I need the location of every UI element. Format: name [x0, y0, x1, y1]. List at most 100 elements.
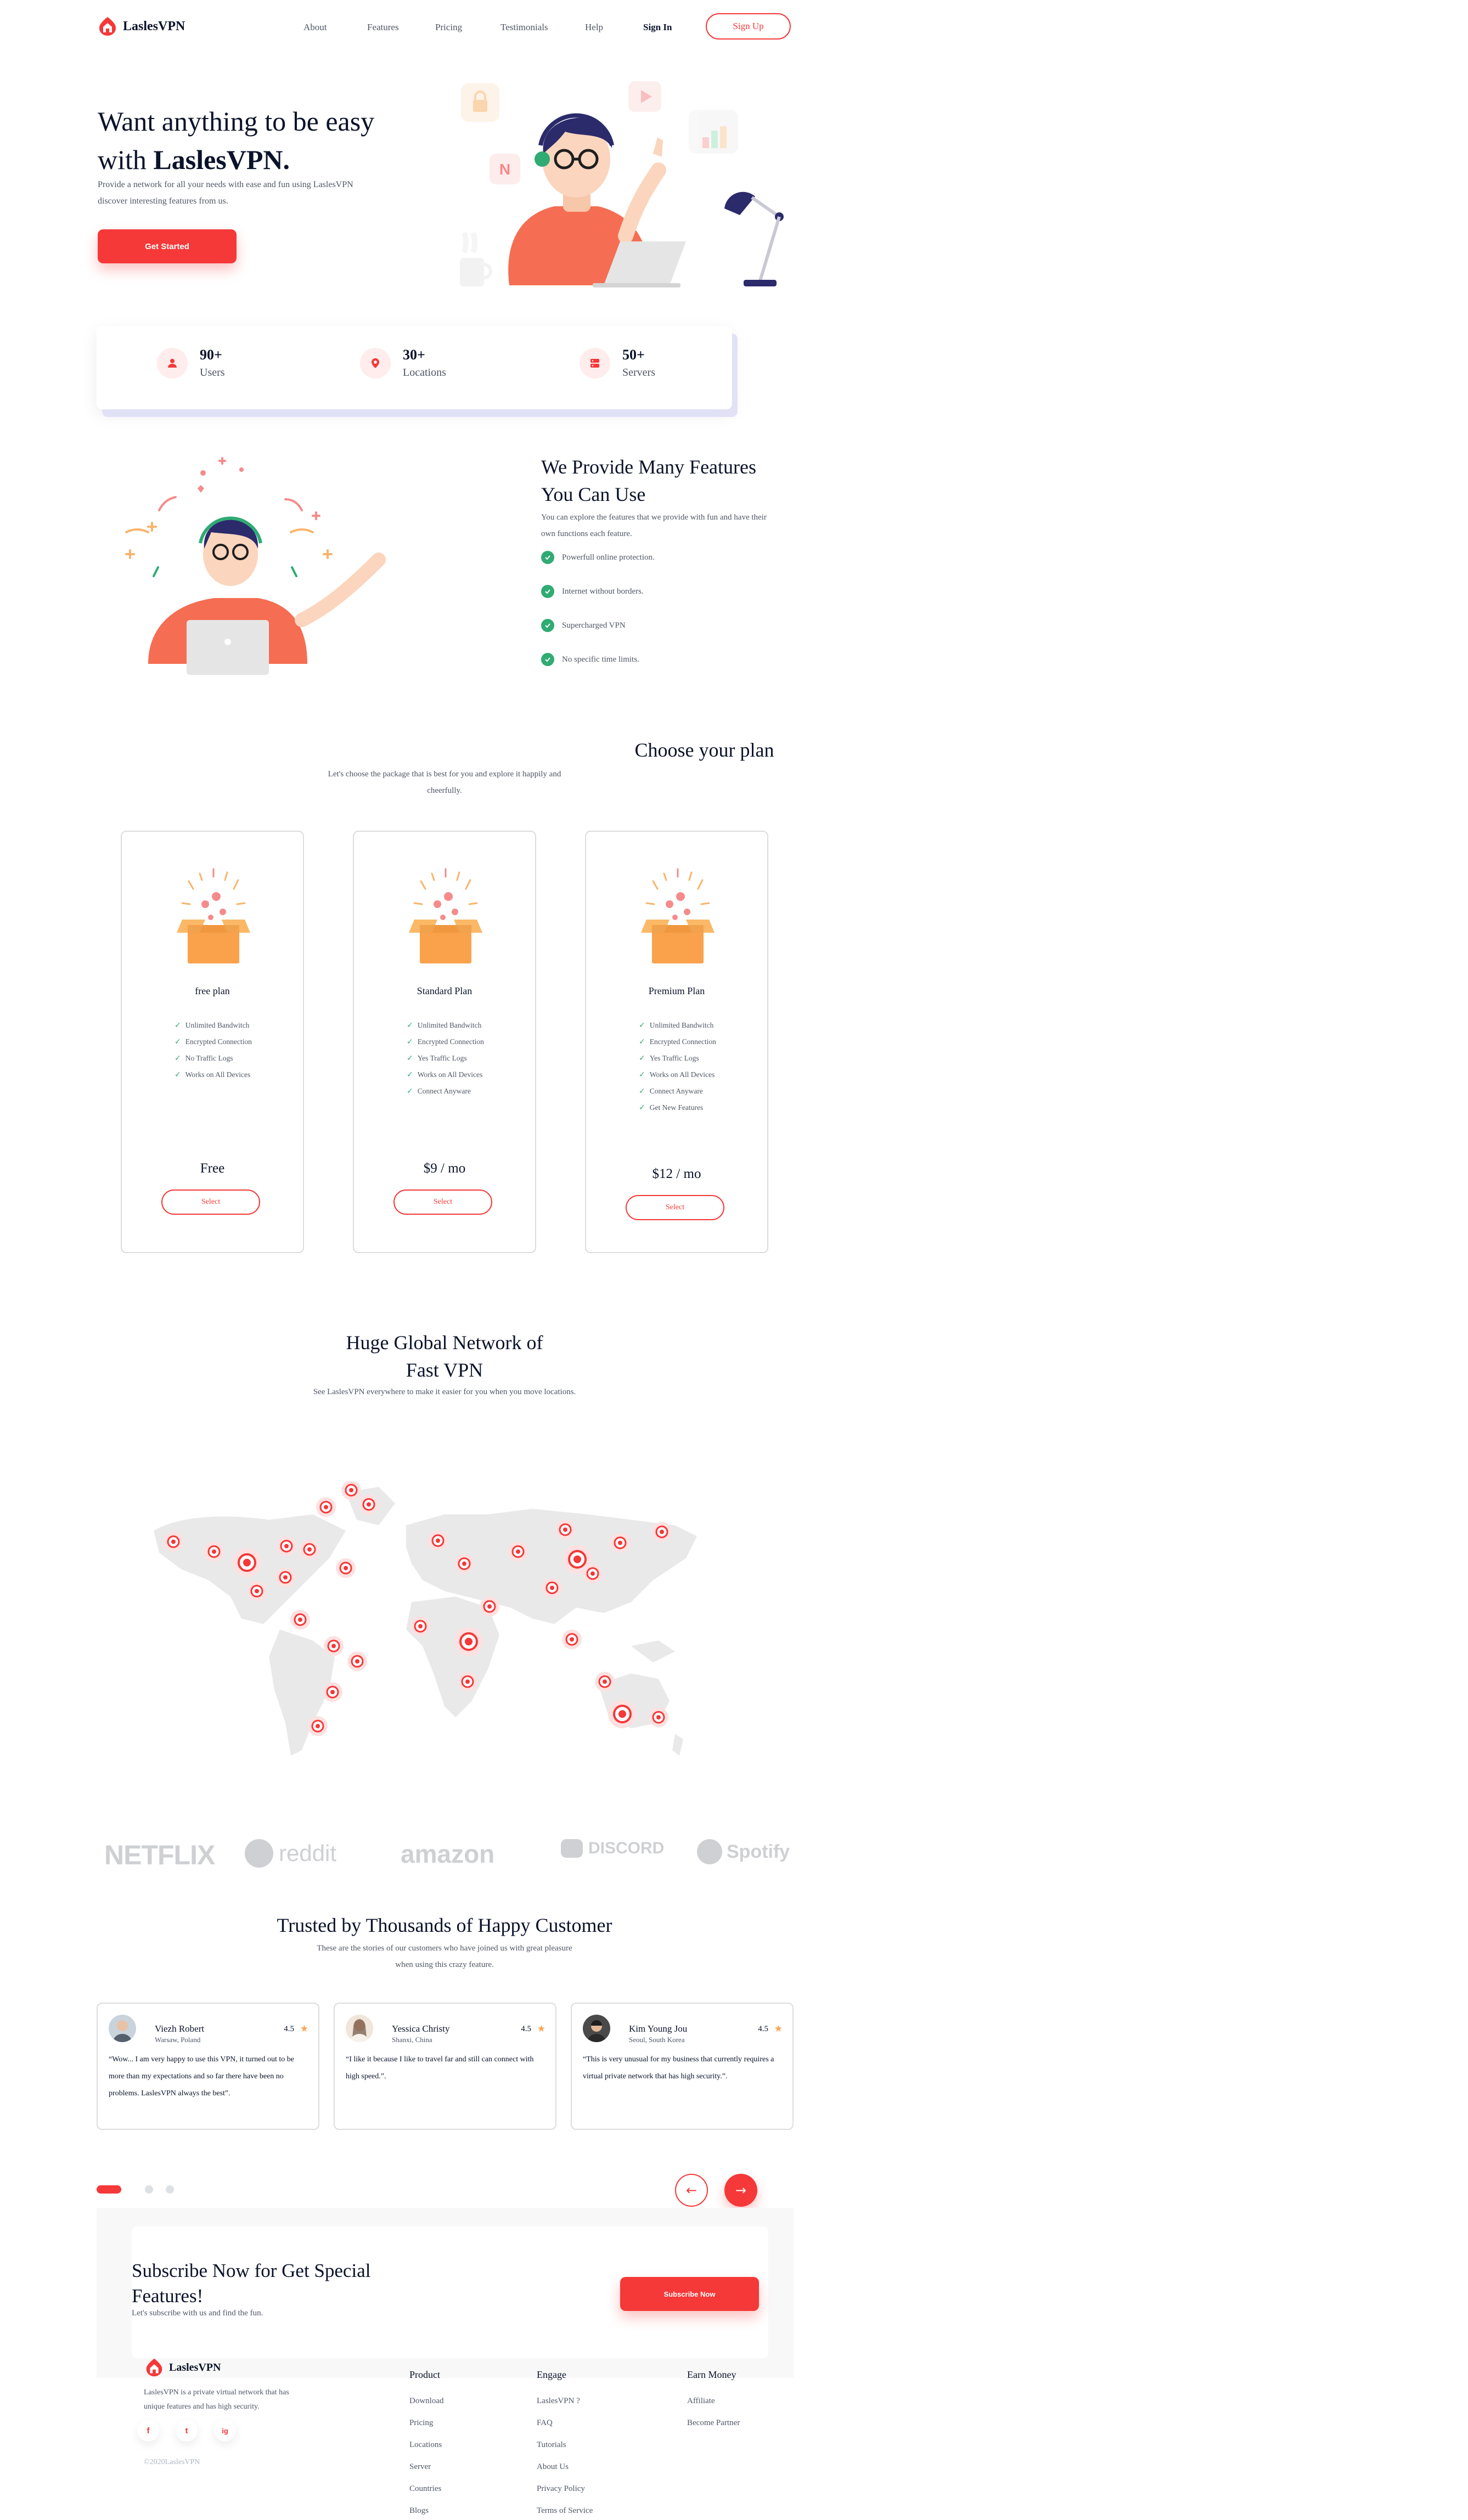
location-pin-icon [255, 1589, 259, 1593]
stats-card: 90+ Users 30+ Locations 50+ Servers [97, 326, 732, 409]
select-plan-button[interactable]: Select [626, 1195, 724, 1220]
reddit-icon [245, 1839, 273, 1868]
location-pin-icon [298, 1617, 302, 1622]
location-pin-icon [283, 1575, 288, 1580]
location-pin-icon [349, 1488, 353, 1492]
svg-text:N: N [499, 161, 510, 178]
copyright: ©2020LaslesVPN [144, 2458, 200, 2466]
brand-discord: DISCORD [561, 1839, 664, 1858]
footer-link[interactable]: LaslesVPN ? [537, 2390, 593, 2412]
plan-feature: Works on All Devices [175, 1067, 252, 1083]
arrow-right-icon: → [735, 2183, 747, 2198]
testimonial-quote: “I like it because I like to travel far … [346, 2055, 534, 2081]
brand-amazon: amazon [401, 1840, 495, 1868]
nav-features[interactable]: Features [367, 22, 399, 33]
plan-price: $12 / mo [652, 1166, 701, 1181]
footer-link[interactable]: Countries [409, 2478, 444, 2500]
footer-link[interactable]: Tutorials [537, 2434, 593, 2456]
nav-about[interactable]: About [303, 22, 327, 33]
nav-pricing[interactable]: Pricing [435, 22, 462, 33]
select-plan-button[interactable]: Select [393, 1189, 492, 1215]
signup-button[interactable]: Sign Up [706, 13, 791, 40]
star-icon: ★ [537, 2023, 545, 2034]
plan-feature: Encrypted Connection [175, 1034, 252, 1050]
subscribe-button[interactable]: Subscribe Now [620, 2277, 759, 2311]
location-pin-icon [212, 1549, 216, 1554]
features-title: We Provide Many Features You Can Use [541, 456, 757, 505]
footer-link[interactable]: Privacy Policy [537, 2478, 593, 2500]
hero-title-prefix: with [98, 144, 154, 175]
location-pin-icon [307, 1547, 312, 1552]
signin-link[interactable]: Sign In [643, 22, 672, 33]
footer-link[interactable]: Pricing [409, 2412, 444, 2434]
stat-users-label: Users [200, 367, 225, 379]
twitter-icon[interactable]: t [176, 2420, 198, 2442]
chart-icon [689, 110, 738, 154]
plan-feature: Connect Anyware [639, 1083, 716, 1100]
network-title: Huge Global Network of Fast VPN [346, 1332, 543, 1381]
plan-feature: Get New Features [639, 1100, 716, 1116]
location-pin-icon [563, 1527, 567, 1532]
feature-item-label: No specific time limits. [562, 655, 639, 664]
testimonial-quote: “This is very unusual for my business th… [583, 2055, 774, 2081]
testimonial-location: Shanxi, China [392, 2036, 432, 2044]
play-icon [628, 81, 661, 112]
footer-link[interactable]: Affiliate [687, 2390, 740, 2412]
plan-feature: Unlimited Bandwitch [175, 1017, 252, 1034]
nav-testimonials[interactable]: Testimonials [500, 22, 548, 33]
plan-feature: Yes Traffic Logs [407, 1050, 484, 1067]
features-subtitle: You can explore the features that we pro… [541, 513, 767, 538]
testimonial-name: Viezh Robert [155, 2023, 205, 2034]
features-illustration [125, 457, 386, 675]
select-plan-button[interactable]: Select [161, 1189, 260, 1215]
stat-users: 90+ Users [157, 346, 225, 381]
plan-name: free plan [195, 985, 230, 996]
location-pin-icon [656, 1715, 661, 1720]
footer-description: LaslesVPN is a private virtual network t… [144, 2388, 289, 2411]
footer-heading: Earn Money [687, 2369, 736, 2380]
facebook-icon[interactable]: f [137, 2420, 159, 2442]
stat-locations-label: Locations [403, 367, 446, 379]
footer-brand[interactable]: LaslesVPN [144, 2357, 221, 2378]
nav-help[interactable]: Help [585, 22, 603, 33]
instagram-icon[interactable]: ig [214, 2420, 236, 2442]
plan-feature: Unlimited Bandwitch [407, 1017, 484, 1034]
footer-link[interactable]: Terms of Service [537, 2500, 593, 2520]
footer-link[interactable]: Blogs [409, 2500, 444, 2520]
footer-links: LaslesVPN ? FAQ Tutorials About Us Priva… [537, 2390, 593, 2520]
testimonial-location: Warsaw, Poland [155, 2036, 201, 2044]
stat-servers-number: 50+ [622, 347, 645, 363]
brand-reddit: reddit [245, 1839, 336, 1868]
footer-link[interactable]: Server [409, 2456, 444, 2478]
footer-link[interactable]: Download [409, 2390, 444, 2412]
lamp-icon [724, 191, 784, 286]
slider-dot[interactable] [166, 2185, 174, 2194]
footer-link[interactable]: FAQ [537, 2412, 593, 2434]
slider-dot-active[interactable] [97, 2185, 121, 2194]
location-pin-icon [284, 1544, 289, 1548]
star-icon: ★ [300, 2023, 308, 2034]
logo-icon [146, 2358, 162, 2377]
footer-link[interactable]: Locations [409, 2434, 444, 2456]
slider-dot[interactable] [145, 2185, 153, 2194]
prev-arrow-button[interactable]: ← [675, 2174, 708, 2207]
plan-features: Unlimited BandwitchEncrypted ConnectionN… [175, 1017, 252, 1083]
location-pin-icon [462, 1561, 466, 1566]
plan-features: Unlimited BandwitchEncrypted ConnectionY… [407, 1017, 484, 1100]
testimonial-name: Kim Young Jou [629, 2023, 688, 2034]
footer-link[interactable]: Become Partner [687, 2412, 740, 2434]
testimonial-quote: “Wow... I am very happy to use this VPN,… [109, 2055, 294, 2098]
plan-card: free plan Unlimited BandwitchEncrypted C… [121, 831, 304, 1253]
brand-reddit-label: reddit [279, 1840, 337, 1866]
location-pin-icon [330, 1690, 335, 1694]
subscribe-title: Subscribe Now for Get Special Features! [132, 2260, 371, 2307]
brand-logo[interactable]: LaslesVPN [97, 15, 185, 37]
footer-link[interactable]: About Us [537, 2456, 593, 2478]
get-started-button[interactable]: Get Started [98, 229, 237, 263]
plan-price: Free [200, 1161, 225, 1176]
next-arrow-button[interactable]: → [724, 2174, 757, 2207]
brand-spotify: Spotify [697, 1839, 790, 1864]
location-pin-icon [344, 1566, 348, 1570]
brand-discord-label: DISCORD [588, 1839, 665, 1857]
testimonial-card: Kim Young Jou Seoul, South Korea 4.5 ★ “… [571, 2003, 794, 2130]
